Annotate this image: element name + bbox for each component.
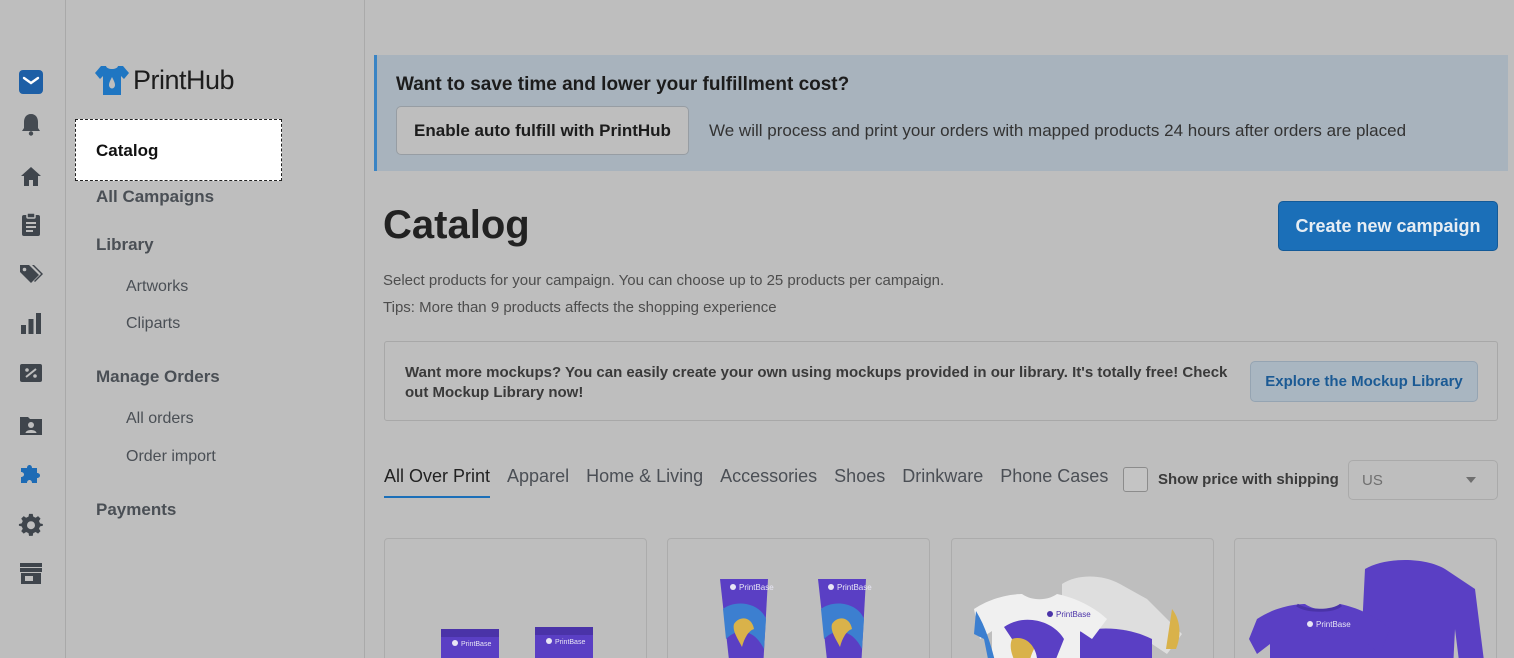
socks-product-image: PrintBase PrintBase	[441, 627, 593, 658]
page-title: Catalog	[383, 203, 530, 247]
chevron-down-icon	[1466, 477, 1476, 483]
nav-item-payments[interactable]: Payments	[96, 500, 176, 520]
nav-item-manage-orders[interactable]: Manage Orders	[96, 367, 220, 387]
nav-sidebar: PrintHub Catalog All Campaigns Library A…	[67, 0, 365, 658]
nav-subitem-artworks[interactable]: Artworks	[126, 278, 188, 296]
nav-item-library[interactable]: Library	[96, 235, 154, 255]
product-card-socks[interactable]: PrintBase PrintBase	[384, 538, 647, 658]
page-subtitle: Select products for your campaign. You c…	[383, 272, 945, 289]
leg-sleeves-brand-text: PrintBase	[739, 583, 774, 592]
tab-accessories[interactable]: Accessories	[720, 466, 817, 498]
apps-icon[interactable]	[17, 459, 45, 487]
product-card-tshirts[interactable]: PrintBase	[951, 538, 1214, 658]
show-price-with-shipping-checkbox[interactable]	[1123, 467, 1148, 492]
nav-item-catalog[interactable]: Catalog	[75, 119, 282, 181]
nav-subitem-all-orders[interactable]: All orders	[126, 410, 194, 428]
banner-description: We will process and print your orders wi…	[709, 121, 1407, 140]
settings-icon[interactable]	[17, 511, 45, 539]
nav-item-catalog-label: Catalog	[96, 141, 159, 160]
explore-mockup-library-button[interactable]: Explore the Mockup Library	[1250, 361, 1478, 402]
inbox-icon[interactable]	[17, 68, 45, 96]
orders-icon[interactable]	[17, 210, 45, 238]
nav-item-all-campaigns[interactable]: All Campaigns	[96, 187, 214, 207]
product-card-sweatshirts[interactable]: PrintBase	[1234, 538, 1497, 658]
tshirts-product-image: PrintBase	[974, 576, 1182, 658]
banner-title: Want to save time and lower your fulfill…	[396, 74, 850, 95]
mockup-library-promo: Want more mockups? You can easily create…	[384, 341, 1498, 421]
tab-home-living[interactable]: Home & Living	[586, 466, 703, 498]
enable-auto-fulfill-button[interactable]: Enable auto fulfill with PrintHub	[396, 106, 689, 155]
tags-icon[interactable]	[17, 260, 45, 288]
tshirt-logo-icon	[95, 66, 129, 95]
bell-icon[interactable]	[17, 110, 45, 138]
store-icon[interactable]	[17, 559, 45, 587]
tab-phone-cases[interactable]: Phone Cases	[1000, 466, 1108, 498]
tab-apparel[interactable]: Apparel	[507, 466, 569, 498]
product-card-leg-sleeves[interactable]: PrintBase PrintBase	[667, 538, 930, 658]
nav-subitem-order-import[interactable]: Order import	[126, 448, 216, 466]
nav-subitem-cliparts[interactable]: Cliparts	[126, 315, 180, 333]
country-select[interactable]: US	[1348, 460, 1498, 500]
socks-brand-text-2: PrintBase	[555, 639, 585, 646]
customers-icon[interactable]	[17, 411, 45, 439]
discount-icon[interactable]	[17, 359, 45, 387]
analytics-icon[interactable]	[17, 309, 45, 337]
mockup-promo-text: Want more mockups? You can easily create…	[405, 364, 1228, 401]
socks-brand-text: PrintBase	[461, 641, 491, 648]
icon-rail	[0, 0, 66, 658]
home-icon[interactable]	[17, 162, 45, 190]
sweatshirts-product-image: PrintBase	[1249, 560, 1484, 658]
show-price-with-shipping-label[interactable]: Show price with shipping	[1158, 471, 1339, 488]
category-tabs: All Over Print Apparel Home & Living Acc…	[384, 466, 1108, 498]
create-new-campaign-button[interactable]: Create new campaign	[1278, 201, 1498, 251]
leg-sleeves-brand-text-2: PrintBase	[837, 583, 872, 592]
auto-fulfill-banner: Want to save time and lower your fulfill…	[374, 55, 1508, 171]
tab-drinkware[interactable]: Drinkware	[902, 466, 983, 498]
logo-text: PrintHub	[133, 64, 235, 95]
tab-all-over-print[interactable]: All Over Print	[384, 466, 491, 498]
printhub-logo[interactable]: PrintHub	[95, 64, 235, 96]
country-select-value: US	[1362, 472, 1383, 489]
tshirts-brand-text: PrintBase	[1056, 610, 1091, 619]
sweatshirts-brand-text: PrintBase	[1316, 620, 1351, 629]
page-tips: Tips: More than 9 products affects the s…	[383, 299, 777, 316]
tab-shoes[interactable]: Shoes	[834, 466, 885, 498]
leg-sleeves-product-image: PrintBase PrintBase	[720, 579, 872, 658]
